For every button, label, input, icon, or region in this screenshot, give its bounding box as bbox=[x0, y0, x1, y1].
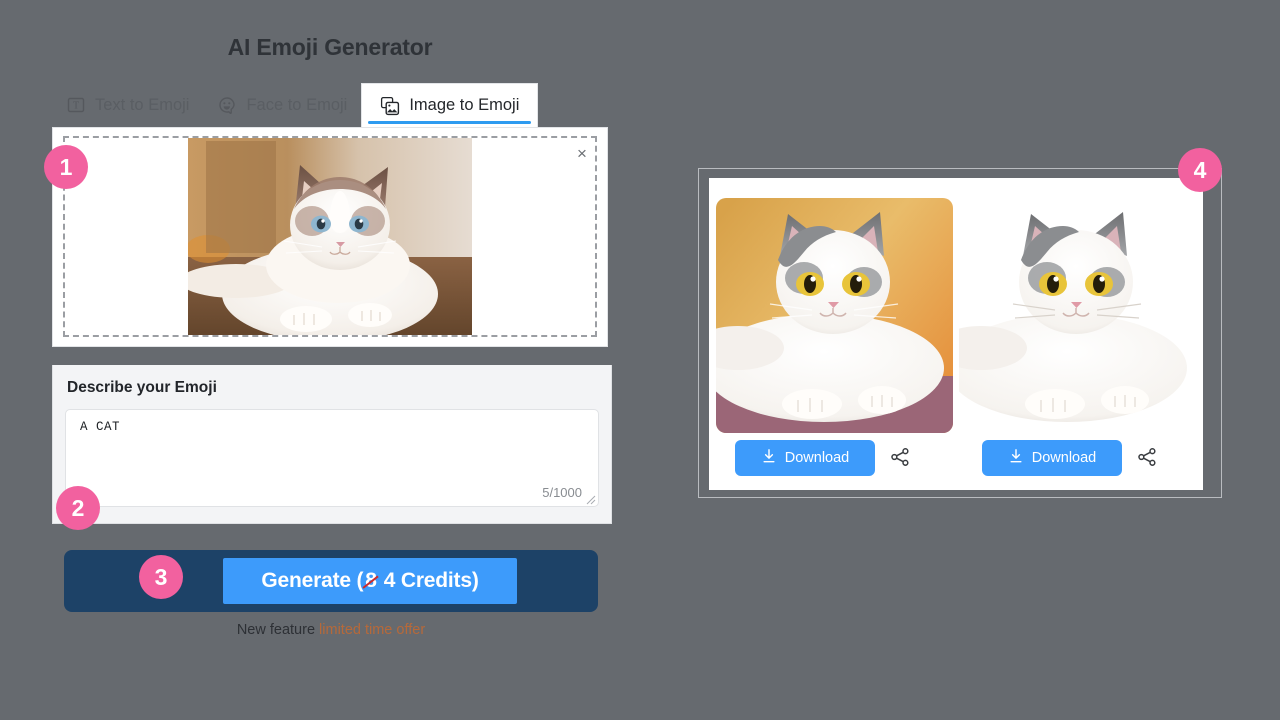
generate-button[interactable]: Generate ( 8 4 Credits) bbox=[223, 558, 517, 604]
svg-text:T: T bbox=[73, 101, 79, 112]
uploaded-cat-image bbox=[188, 138, 472, 335]
tab-text-to-emoji[interactable]: T Text to Emoji bbox=[52, 83, 203, 127]
result-card: Download bbox=[709, 178, 956, 490]
remove-image-button[interactable]: × bbox=[571, 142, 593, 164]
resize-grip-icon[interactable] bbox=[586, 495, 596, 505]
share-button[interactable] bbox=[1134, 445, 1160, 471]
tab-bar: T Text to Emoji Face to Emoji Image to E… bbox=[52, 83, 612, 127]
result-actions: Download bbox=[956, 440, 1203, 476]
page-title: AI Emoji Generator bbox=[227, 34, 433, 60]
stacked-images-icon bbox=[380, 96, 400, 116]
upload-panel[interactable]: × bbox=[52, 127, 608, 347]
share-button[interactable] bbox=[887, 445, 913, 471]
step-badge-3: 3 bbox=[139, 555, 183, 599]
promo-offer: limited time offer bbox=[319, 622, 426, 638]
result-image-1[interactable] bbox=[716, 198, 953, 433]
result-image-2[interactable] bbox=[959, 198, 1196, 433]
image-dropzone[interactable] bbox=[63, 136, 597, 337]
tab-face-to-emoji[interactable]: Face to Emoji bbox=[203, 83, 361, 127]
step-badge-1: 1 bbox=[44, 145, 88, 189]
share-icon bbox=[889, 446, 911, 471]
prompt-field-wrapper[interactable]: 5/1000 bbox=[65, 409, 599, 507]
download-button[interactable]: Download bbox=[735, 440, 875, 476]
download-label: Download bbox=[1031, 450, 1097, 466]
download-label: Download bbox=[784, 450, 850, 466]
prompt-input[interactable] bbox=[80, 420, 584, 476]
smiley-face-icon bbox=[217, 95, 237, 115]
step-badge-2: 2 bbox=[56, 486, 100, 530]
tab-label: Face to Emoji bbox=[246, 95, 348, 114]
result-card: Download bbox=[956, 178, 1203, 490]
character-counter: 5/1000 bbox=[542, 485, 582, 500]
generate-label-price: 4 Credits) bbox=[383, 569, 479, 592]
result-actions: Download bbox=[709, 440, 956, 476]
describe-label: Describe your Emoji bbox=[67, 379, 217, 396]
describe-panel: Describe your Emoji 5/1000 bbox=[52, 365, 612, 524]
tab-image-to-emoji[interactable]: Image to Emoji bbox=[361, 83, 539, 127]
share-icon bbox=[1136, 446, 1158, 471]
step-badge-4: 4 bbox=[1178, 148, 1222, 192]
tab-label: Text to Emoji bbox=[95, 95, 190, 114]
download-button[interactable]: Download bbox=[982, 440, 1122, 476]
generate-label-prefix: Generate ( bbox=[261, 569, 364, 592]
generator-panel: AI Emoji Generator T Text to Emoji Face … bbox=[52, 34, 612, 638]
text-box-icon: T bbox=[66, 95, 86, 115]
results-grid: Download Download bbox=[709, 178, 1203, 490]
promo-line: New feature limited time offer bbox=[64, 622, 598, 638]
results-panel: Download Download bbox=[698, 168, 1222, 498]
promo-prefix: New feature bbox=[236, 622, 320, 638]
download-icon bbox=[1008, 448, 1024, 468]
download-icon bbox=[761, 448, 777, 468]
old-price-strikethrough: 8 bbox=[362, 569, 380, 593]
tab-label: Image to Emoji bbox=[409, 96, 520, 114]
